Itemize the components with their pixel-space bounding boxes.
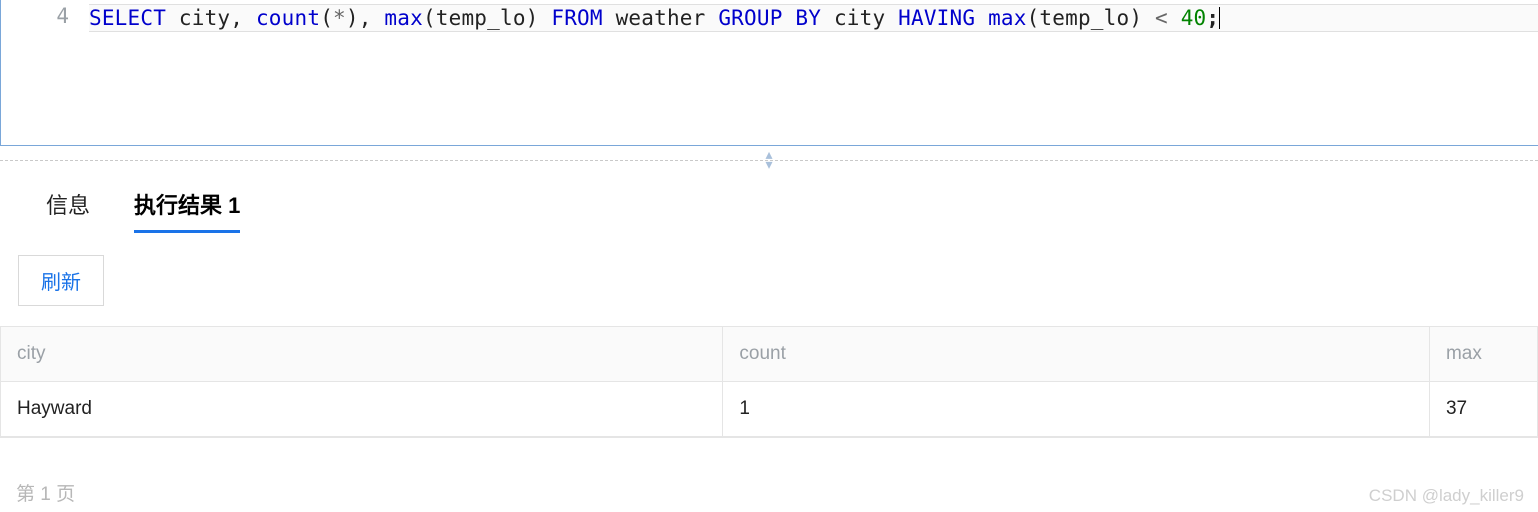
tab-info[interactable]: 信息 [46, 188, 90, 233]
toolbar: 刷新 [0, 233, 1538, 306]
line-number: 4 [1, 4, 89, 28]
tab-result[interactable]: 执行结果 1 [134, 188, 240, 233]
pane-splitter[interactable]: ▴ ▾ [0, 146, 1538, 174]
splitter-grip-icon[interactable]: ▴ ▾ [765, 149, 772, 169]
col-header-count[interactable]: count [723, 327, 1430, 382]
table-cell[interactable]: 37 [1429, 382, 1537, 437]
table-cell[interactable]: 1 [723, 382, 1430, 437]
sql-editor[interactable]: 4 SELECT city, count(*), max(temp_lo) FR… [0, 0, 1538, 146]
sql-code[interactable]: SELECT city, count(*), max(temp_lo) FROM… [89, 4, 1219, 32]
watermark: CSDN @lady_killer9 [1369, 486, 1524, 506]
table-row[interactable]: Hayward137 [1, 382, 1537, 437]
col-header-city[interactable]: city [1, 327, 723, 382]
table-cell[interactable]: Hayward [1, 382, 723, 437]
table-header-row: city count max [1, 327, 1537, 382]
text-caret [1219, 7, 1220, 29]
result-table: city count max Hayward137 [0, 326, 1538, 438]
refresh-button[interactable]: 刷新 [18, 255, 104, 306]
pager-label: 第 1 页 [16, 479, 75, 506]
result-tabs: 信息 执行结果 1 [0, 174, 1538, 233]
col-header-max[interactable]: max [1429, 327, 1537, 382]
